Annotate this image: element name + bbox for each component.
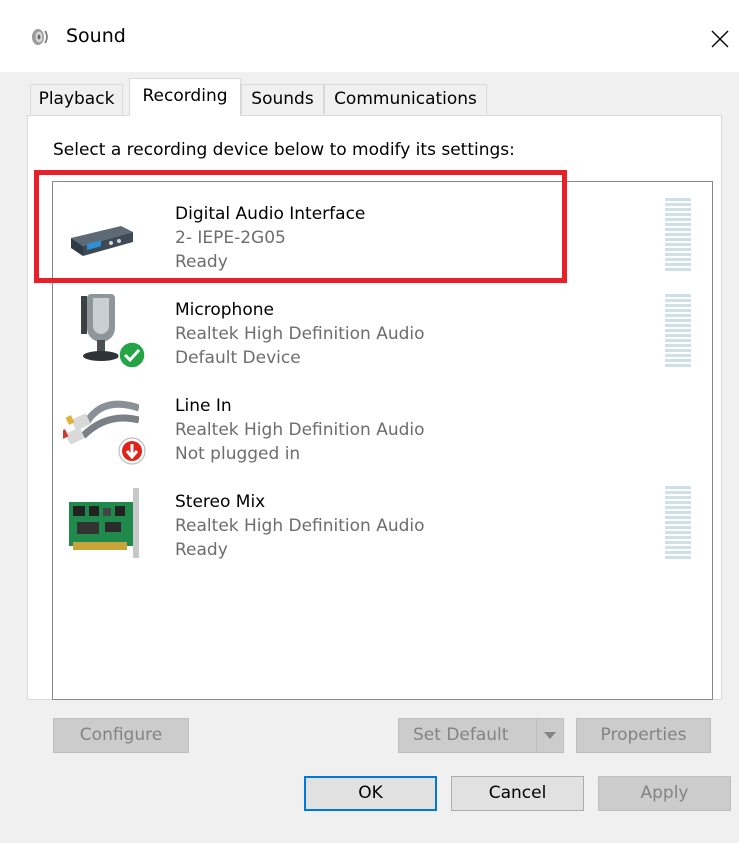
set-default-button[interactable]: Set Default bbox=[398, 718, 564, 753]
apply-label: Apply bbox=[640, 783, 689, 803]
tab-communications[interactable]: Communications bbox=[324, 84, 487, 114]
tab-sounds[interactable]: Sounds bbox=[241, 84, 324, 114]
tab-playback[interactable]: Playback bbox=[30, 84, 123, 114]
title-bar: Sound bbox=[0, 0, 739, 72]
properties-label: Properties bbox=[600, 725, 687, 745]
device-status: Ready bbox=[175, 540, 228, 560]
device-name: Line In bbox=[175, 396, 232, 416]
device-description: Realtek High Definition Audio bbox=[175, 420, 425, 440]
check-badge-icon bbox=[118, 341, 146, 369]
sound-card-icon bbox=[69, 488, 139, 558]
device-description: Realtek High Definition Audio bbox=[175, 324, 425, 344]
device-name: Microphone bbox=[175, 300, 274, 320]
set-default-label: Set Default bbox=[413, 725, 509, 745]
cancel-button[interactable]: Cancel bbox=[451, 776, 584, 811]
configure-label: Configure bbox=[79, 725, 163, 745]
device-name: Stereo Mix bbox=[175, 492, 266, 512]
device-item-line-in[interactable]: Line In Realtek High Definition Audio No… bbox=[53, 376, 712, 472]
device-item-stereo-mix[interactable]: Stereo Mix Realtek High Definition Audio… bbox=[53, 472, 712, 568]
device-description: Realtek High Definition Audio bbox=[175, 516, 425, 536]
close-icon bbox=[711, 30, 729, 48]
ok-button[interactable]: OK bbox=[304, 776, 437, 811]
level-meter bbox=[665, 486, 691, 559]
device-status: Default Device bbox=[175, 348, 301, 368]
cancel-label: Cancel bbox=[488, 783, 547, 803]
speaker-icon bbox=[32, 29, 48, 45]
level-meter bbox=[665, 294, 691, 367]
device-status: Not plugged in bbox=[175, 444, 301, 464]
device-item-microphone[interactable]: Microphone Realtek High Definition Audio… bbox=[53, 280, 712, 376]
configure-button[interactable]: Configure bbox=[53, 718, 189, 753]
set-default-dropdown[interactable] bbox=[536, 719, 563, 752]
properties-button[interactable]: Properties bbox=[576, 718, 711, 753]
level-meter bbox=[665, 198, 691, 271]
close-button[interactable] bbox=[700, 18, 739, 58]
unplugged-badge-icon bbox=[118, 437, 146, 465]
ok-label: OK bbox=[358, 783, 383, 803]
instruction-text: Select a recording device below to modif… bbox=[53, 140, 515, 160]
tab-recording[interactable]: Recording bbox=[129, 78, 241, 116]
apply-button[interactable]: Apply bbox=[598, 776, 731, 811]
chevron-down-icon bbox=[544, 732, 556, 739]
window-title: Sound bbox=[66, 25, 126, 47]
highlight-box bbox=[34, 170, 567, 283]
